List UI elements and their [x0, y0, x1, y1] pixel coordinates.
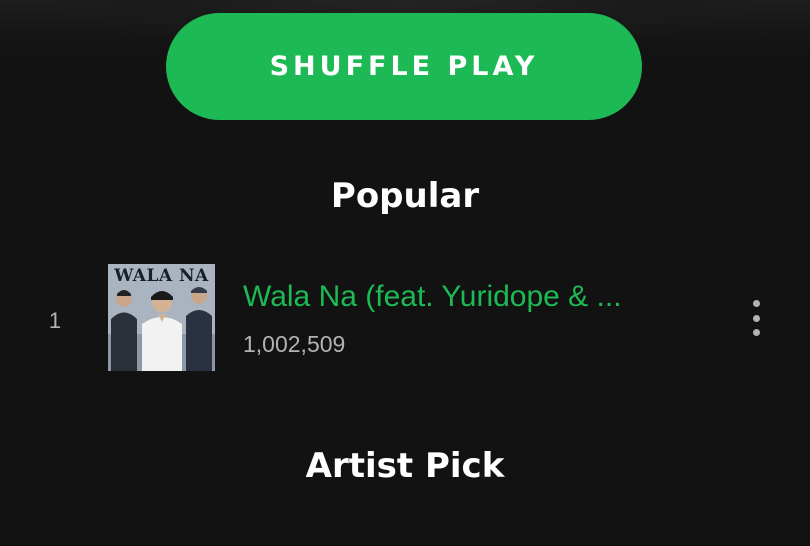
more-dot [752, 329, 760, 336]
more-dot [752, 300, 760, 307]
track-play-count: 1,002,509 [243, 331, 346, 357]
shuffle-play-label: SHUFFLE PLAY [269, 51, 539, 82]
track-title: Wala Na (feat. Yuridope & ... [243, 280, 622, 313]
artist-page: SHUFFLE PLAY Popular 1 WALA NA Wala Na (… [0, 0, 810, 546]
track-row[interactable]: 1 WALA NA Wala Na (feat. Yuridope & ... … [0, 258, 810, 378]
track-cover-art: WALA NA [108, 264, 215, 371]
more-options-icon[interactable] [740, 296, 772, 340]
more-dot [752, 314, 760, 322]
cover-title-text: WALA NA [114, 266, 209, 286]
artist-pick-section-title: Artist Pick [305, 446, 505, 486]
track-index: 1 [48, 308, 62, 333]
popular-section-title: Popular [330, 176, 480, 216]
shuffle-play-button[interactable]: SHUFFLE PLAY [166, 13, 642, 120]
